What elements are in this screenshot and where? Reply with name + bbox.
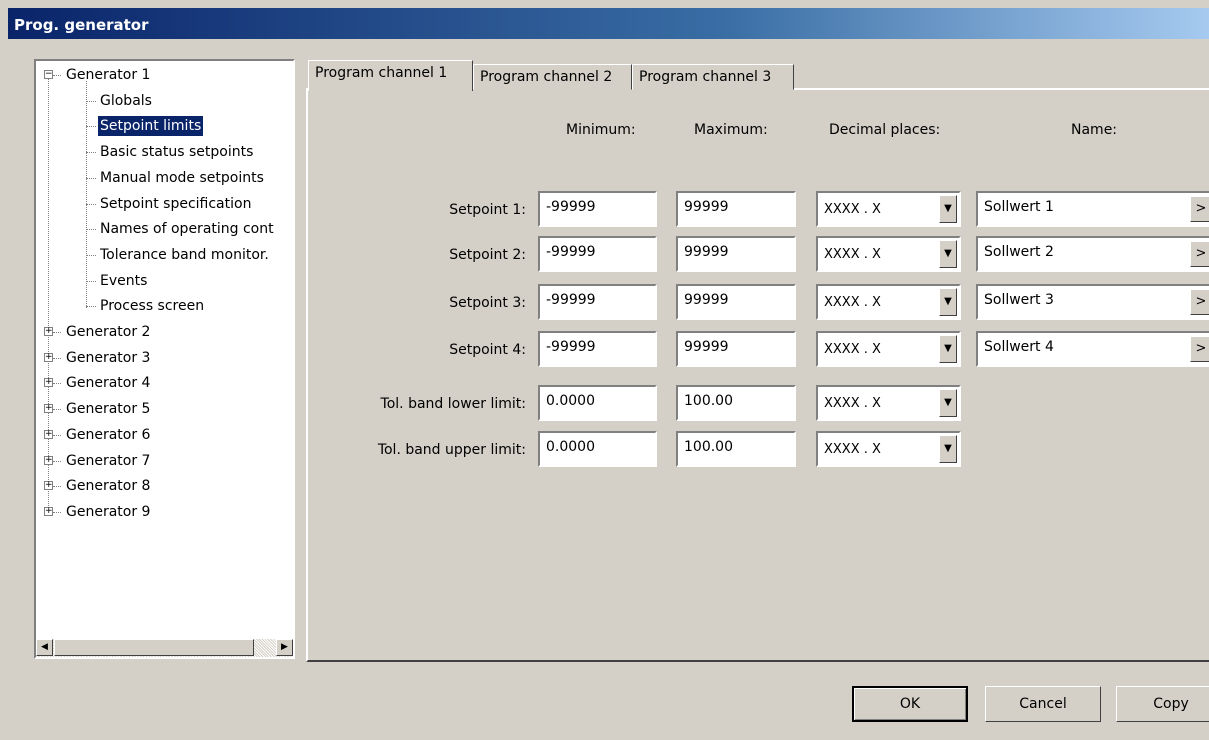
tree-item-generator[interactable]: Generator 9 [64,502,152,522]
minimum-input[interactable]: -99999 [538,191,657,227]
maximum-input[interactable]: 99999 [676,191,796,227]
name-input[interactable]: Sollwert 3 [976,284,1209,320]
minimum-input[interactable]: -99999 [538,284,657,320]
navigation-tree[interactable]: − Generator 1 Globals Setpoint limits Basic … [34,59,295,659]
column-header-decimal-places: Decimal places: [829,122,941,138]
maximum-input[interactable]: 100.00 [676,385,796,421]
column-header-maximum: Maximum: [694,122,768,138]
maximum-input[interactable]: 99999 [676,236,796,272]
decimal-places-value: XXXX . X [824,342,881,357]
tree-item-child[interactable]: Process screen [98,296,206,316]
expand-icon[interactable]: + [44,481,53,491]
expand-icon[interactable]: + [44,429,53,439]
tree-item-child[interactable]: Setpoint specification [98,194,253,214]
decimal-places-select[interactable]: XXXX . X ▼ [816,191,961,227]
dropdown-arrow-icon[interactable]: ▼ [939,335,957,363]
window-title: Prog. generator [8,8,1209,39]
tree-item-child[interactable]: Basic status setpoints [98,142,255,162]
row-label: Tol. band upper limit: [377,442,526,458]
maximum-input[interactable]: 99999 [676,284,796,320]
dropdown-arrow-icon[interactable]: ▼ [939,240,957,268]
minimum-input[interactable]: 0.0000 [538,431,657,467]
collapse-icon[interactable]: − [44,70,53,79]
decimal-places-value: XXXX . X [824,442,881,457]
cancel-button[interactable]: Cancel [985,686,1101,722]
decimal-places-select[interactable]: XXXX . X ▼ [816,385,961,421]
tree-horizontal-scrollbar[interactable]: ◀ ▶ [36,639,293,657]
tree-item-child[interactable]: Names of operating cont [98,219,276,239]
expand-icon[interactable]: + [44,506,53,516]
row-label: Setpoint 1: [449,202,526,218]
name-input[interactable]: Sollwert 2 [976,236,1209,272]
scroll-left-icon[interactable]: ◀ [36,639,53,656]
tree-item-child[interactable]: Globals [98,91,154,111]
tab-program-channel-1[interactable]: Program channel 1 [308,60,473,91]
tree-item-generator[interactable]: Generator 4 [64,373,152,393]
decimal-places-value: XXXX . X [824,396,881,411]
maximum-input[interactable]: 100.00 [676,431,796,467]
name-more-button[interactable]: > [1190,289,1209,315]
expand-icon[interactable]: + [44,404,53,414]
decimal-places-select[interactable]: XXXX . X ▼ [816,431,961,467]
tab-panel [306,88,1209,662]
tree-item-generator[interactable]: Generator 8 [64,476,152,496]
row-label: Tol. band lower limit: [380,396,526,412]
expand-icon[interactable]: + [44,455,53,465]
decimal-places-value: XXXX . X [824,247,881,262]
row-label: Setpoint 3: [449,295,526,311]
column-header-minimum: Minimum: [566,122,636,138]
tree-item-child[interactable]: Manual mode setpoints [98,168,266,188]
dropdown-arrow-icon[interactable]: ▼ [939,288,957,316]
tree-item-generator[interactable]: Generator 2 [64,322,152,342]
name-more-button[interactable]: > [1190,241,1209,267]
tab-program-channel-3[interactable]: Program channel 3 [632,64,794,90]
expand-icon[interactable]: + [44,352,53,362]
decimal-places-select[interactable]: XXXX . X ▼ [816,284,961,320]
tree-item-child[interactable]: Setpoint limits [98,116,204,137]
minimum-input[interactable]: -99999 [538,236,657,272]
tree-item-child[interactable]: Tolerance band monitor. [98,245,271,265]
column-header-name: Name: [1071,122,1118,138]
name-more-button[interactable]: > [1190,196,1209,222]
minimum-input[interactable]: 0.0000 [538,385,657,421]
expand-icon[interactable]: + [44,327,53,336]
decimal-places-value: XXXX . X [824,202,881,217]
dropdown-arrow-icon[interactable]: ▼ [939,435,957,463]
tree-item-generator[interactable]: Generator 3 [64,348,152,368]
tree-item-child[interactable]: Events [98,271,149,291]
tree-item-generator[interactable]: Generator 6 [64,425,152,445]
minimum-input[interactable]: -99999 [538,331,657,367]
scroll-right-icon[interactable]: ▶ [276,639,293,656]
ok-button[interactable]: OK [852,686,968,722]
maximum-input[interactable]: 99999 [676,331,796,367]
tree-item-generator[interactable]: Generator 7 [64,451,152,471]
tree-item-generator-1[interactable]: Generator 1 [64,65,152,85]
name-input[interactable]: Sollwert 4 [976,331,1209,367]
expand-icon[interactable]: + [44,378,53,388]
name-input[interactable]: Sollwert 1 [976,191,1209,227]
row-label: Setpoint 4: [449,342,526,358]
decimal-places-select[interactable]: XXXX . X ▼ [816,331,961,367]
scroll-thumb[interactable] [54,639,254,656]
name-more-button[interactable]: > [1190,336,1209,362]
row-label: Setpoint 2: [449,247,526,263]
dropdown-arrow-icon[interactable]: ▼ [939,389,957,417]
tab-program-channel-2[interactable]: Program channel 2 [473,64,632,90]
copy-button[interactable]: Copy [1116,686,1209,722]
dropdown-arrow-icon[interactable]: ▼ [939,195,957,223]
decimal-places-select[interactable]: XXXX . X ▼ [816,236,961,272]
tree-item-generator[interactable]: Generator 5 [64,399,152,419]
decimal-places-value: XXXX . X [824,295,881,310]
